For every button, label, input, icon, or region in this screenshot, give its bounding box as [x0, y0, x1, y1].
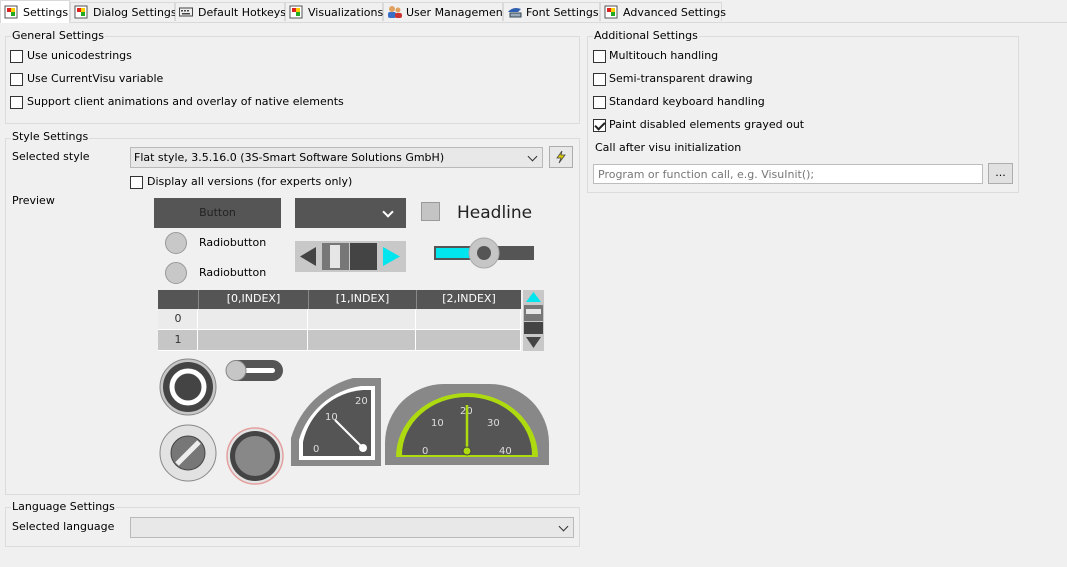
dialog-settings-icon	[74, 5, 88, 19]
tab-bar: Settings Dialog Settings Default Hotkeys…	[0, 0, 1067, 23]
preview-checkbox	[421, 202, 440, 221]
client-animations-label: Support client animations and overlay of…	[27, 95, 344, 108]
table-cell	[416, 330, 521, 351]
call-after-init-label: Call after visu initialization	[595, 141, 742, 154]
preview-dropdown	[295, 198, 406, 228]
tab-user-management[interactable]: User Management	[383, 2, 507, 21]
preview-gauge-half: 0 10 20 30 40	[385, 384, 549, 465]
call-after-init-input[interactable]: Program or function call, e.g. VisuInit(…	[593, 164, 983, 184]
preview-scrollbar	[295, 241, 406, 272]
display-all-versions-label: Display all versions (for experts only)	[147, 175, 353, 188]
client-animations-checkbox[interactable]	[10, 96, 23, 109]
tab-default-hotkeys[interactable]: Default Hotkeys	[175, 2, 286, 21]
table-header: [2,INDEX]	[416, 290, 521, 309]
preview-label: Preview	[12, 194, 55, 207]
preview-rotary-knob	[159, 424, 217, 482]
table-cell	[198, 309, 308, 330]
chevron-down-icon	[558, 521, 569, 532]
gauge-tick: 0	[313, 444, 319, 455]
preview-lamp	[226, 427, 284, 485]
preview-headline: Headline	[457, 203, 533, 223]
preview-table: [0,INDEX] [1,INDEX] [2,INDEX] 0 1	[158, 290, 521, 351]
table-cell	[416, 309, 521, 330]
selected-style-label: Selected style	[12, 150, 90, 163]
tab-font-settings[interactable]: Font Settings	[503, 2, 600, 21]
preview-radio-2	[165, 262, 187, 284]
gauge-tick: 0	[422, 446, 428, 457]
selected-language-label: Selected language	[12, 520, 115, 533]
preview-radio-2-label: Radiobutton	[199, 266, 267, 279]
multitouch-label: Multitouch handling	[609, 49, 719, 62]
preview-round-button	[159, 358, 217, 416]
style-action-button[interactable]	[549, 146, 573, 168]
style-select[interactable]: Flat style, 3.5.16.0 (3S-Smart Software …	[130, 147, 543, 168]
tab-advanced-settings[interactable]: Advanced Settings	[600, 2, 726, 21]
preview-slider	[434, 237, 534, 269]
table-header: [0,INDEX]	[198, 290, 308, 309]
advanced-settings-icon	[604, 5, 618, 19]
visualizations-icon	[289, 5, 303, 19]
tab-visualizations[interactable]: Visualizations	[285, 2, 383, 21]
keyboard-icon	[179, 5, 193, 19]
use-unicodestrings-checkbox[interactable]	[10, 50, 23, 63]
preview-radio-1	[165, 232, 187, 254]
tab-settings[interactable]: Settings	[0, 0, 70, 23]
preview-vertical-scrollbar	[523, 290, 544, 351]
table-header-corner	[158, 290, 198, 309]
use-unicodestrings-label: Use unicodestrings	[27, 49, 132, 62]
use-currentvisu-checkbox[interactable]	[10, 73, 23, 86]
preview-toggle	[225, 360, 283, 381]
additional-settings-title: Additional Settings	[593, 29, 699, 42]
browse-button[interactable]: ...	[988, 163, 1013, 184]
lightning-icon	[556, 150, 566, 164]
general-settings-title: General Settings	[11, 29, 105, 42]
preview-gauge-quarter: 0 10 20	[291, 378, 381, 466]
semi-transparent-label: Semi-transparent drawing	[609, 72, 753, 85]
row-number: 0	[174, 312, 182, 325]
semi-transparent-checkbox[interactable]	[593, 73, 606, 86]
table-cell	[198, 330, 308, 351]
table-cell	[308, 309, 416, 330]
gauge-tick: 20	[355, 396, 368, 407]
keyboard-handling-label: Standard keyboard handling	[609, 95, 765, 108]
paint-disabled-grayed-checkbox[interactable]	[593, 119, 606, 132]
tab-dialog-settings[interactable]: Dialog Settings	[70, 2, 177, 21]
settings-tab-icon	[4, 5, 18, 19]
keyboard-handling-checkbox[interactable]	[593, 96, 606, 109]
language-settings-title: Language Settings	[11, 500, 116, 513]
gauge-tick: 10	[431, 418, 444, 429]
preview-button: Button	[154, 198, 281, 228]
style-settings-title: Style Settings	[11, 130, 90, 143]
paint-disabled-grayed-label: Paint disabled elements grayed out	[609, 118, 805, 131]
preview-radio-1-label: Radiobutton	[199, 236, 267, 249]
language-select[interactable]	[130, 517, 574, 538]
users-icon	[387, 5, 402, 19]
table-cell	[308, 330, 416, 351]
gauge-tick: 30	[487, 418, 500, 429]
display-all-versions-checkbox[interactable]	[130, 176, 143, 189]
gauge-tick: 40	[499, 446, 512, 457]
chevron-down-icon	[527, 151, 538, 162]
font-icon	[507, 5, 522, 19]
multitouch-checkbox[interactable]	[593, 50, 606, 63]
row-number: 1	[174, 333, 182, 346]
use-currentvisu-label: Use CurrentVisu variable	[27, 72, 164, 85]
chevron-down-icon	[382, 206, 394, 218]
table-header: [1,INDEX]	[308, 290, 416, 309]
